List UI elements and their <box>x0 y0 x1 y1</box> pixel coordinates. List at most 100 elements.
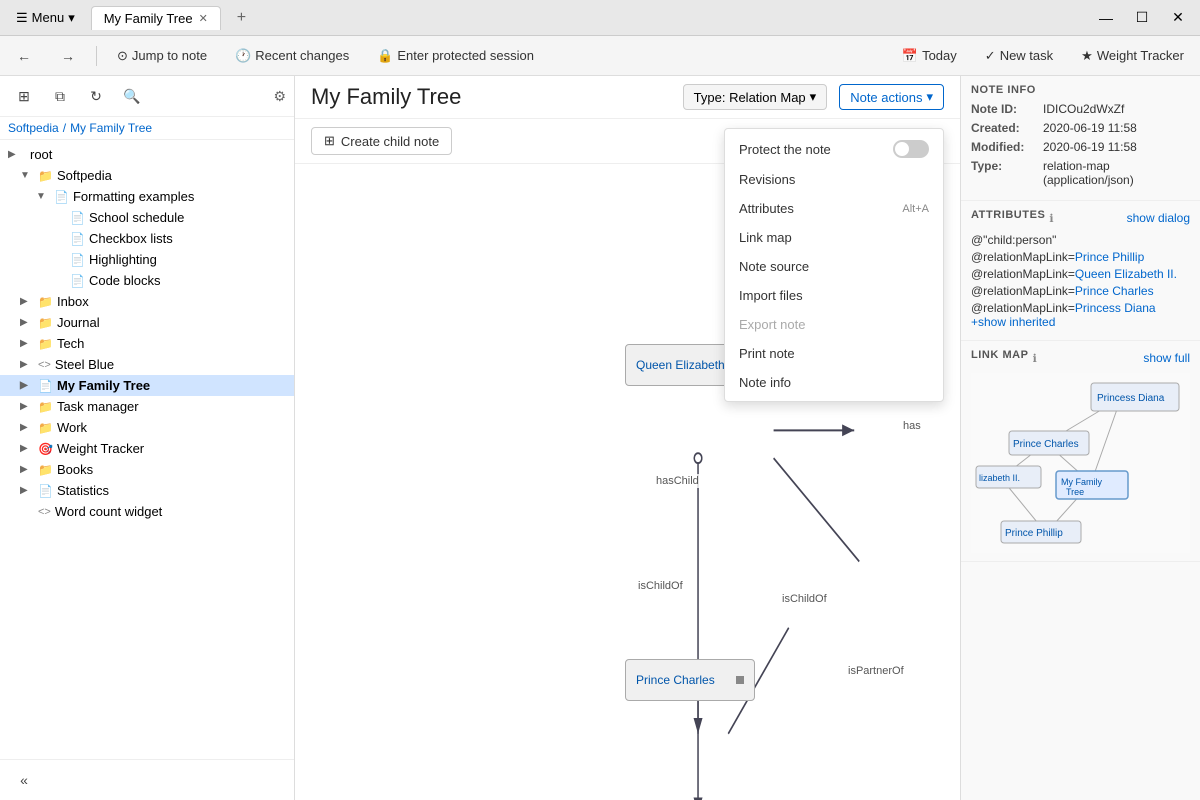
add-tab-button[interactable]: + <box>229 5 254 31</box>
sidebar-item-label: Inbox <box>57 294 89 309</box>
prince-charles-link[interactable]: Prince Charles <box>1075 284 1154 298</box>
sidebar-item-tech[interactable]: ▶ 📁 Tech <box>0 333 294 354</box>
link-map-info-icon[interactable]: ℹ <box>1033 352 1037 365</box>
sidebar-item-steelblue[interactable]: ▶ <> Steel Blue <box>0 354 294 375</box>
create-child-note-button[interactable]: ⊞ Create child note <box>311 127 452 155</box>
menu-item-protect[interactable]: Protect the note <box>725 133 943 165</box>
queen-elizabeth-link[interactable]: Queen Elizabeth II. <box>1075 267 1177 281</box>
recent-label: Recent changes <box>255 48 349 63</box>
charles-node-icon <box>736 676 744 684</box>
attr-child-person: @"child:person" <box>971 233 1190 247</box>
menu-item-importfiles[interactable]: Import files <box>725 281 943 310</box>
menu-item-attributes[interactable]: Attributes Alt+A <box>725 194 943 223</box>
note-id-label: Note ID: <box>971 102 1043 116</box>
menu-item-notesource[interactable]: Note source <box>725 252 943 281</box>
show-dialog-link[interactable]: show dialog <box>1127 211 1190 225</box>
type-select-button[interactable]: Type: Relation Map ▾ <box>683 84 828 110</box>
attributes-info-icon[interactable]: ℹ <box>1049 212 1053 225</box>
menu-item-printnote[interactable]: Print note <box>725 339 943 368</box>
layers-button[interactable]: ⧉ <box>44 82 76 110</box>
prince-charles-node[interactable]: Prince Charles <box>625 659 755 701</box>
tab-close-button[interactable]: ✕ <box>199 12 208 25</box>
exportnote-label: Export note <box>739 317 806 332</box>
attr-link-queen: @relationMapLink=Queen Elizabeth II. <box>971 267 1190 281</box>
active-tab[interactable]: My Family Tree ✕ <box>91 6 221 30</box>
sidebar-item-label: Checkbox lists <box>89 231 173 246</box>
sidebar-item-softpedia[interactable]: ▼ 📁 Softpedia <box>0 165 294 186</box>
protect-switch[interactable] <box>893 140 929 158</box>
sidebar-item-weighttracker[interactable]: ▶ 🎯 Weight Tracker <box>0 438 294 459</box>
expand-icon: ▶ <box>20 443 34 454</box>
expand-icon: ▶ <box>20 485 34 496</box>
sidebar-item-taskmanager[interactable]: ▶ 📁 Task manager <box>0 396 294 417</box>
weight-tracker-button[interactable]: ★ Weight Tracker <box>1073 44 1192 68</box>
sidebar-item-highlighting[interactable]: 📄 Highlighting <box>0 249 294 270</box>
princess-diana-link[interactable]: Princess Diana <box>1075 301 1156 315</box>
noteinfo-label: Note info <box>739 375 791 390</box>
sidebar-item-journal[interactable]: ▶ 📁 Journal <box>0 312 294 333</box>
note-actions-dropdown: Protect the note Revisions Attributes Al… <box>724 128 944 402</box>
recent-changes-button[interactable]: 🕐 Recent changes <box>227 44 357 68</box>
main-toolbar: ← → ⊙ Jump to note 🕐 Recent changes 🔒 En… <box>0 36 1200 76</box>
link-map-title-row: LINK MAP ℹ show full <box>971 349 1190 367</box>
new-task-button[interactable]: ✓ New task <box>977 44 1061 68</box>
note-icon: 📄 <box>70 232 85 246</box>
maximize-button[interactable]: ☐ <box>1128 6 1156 30</box>
sidebar-item-checkbox[interactable]: 📄 Checkbox lists <box>0 228 294 249</box>
note-icon: 📄 <box>54 190 69 204</box>
minimize-button[interactable]: — <box>1092 6 1120 30</box>
printnote-label: Print note <box>739 346 795 361</box>
sidebar-item-wordcount[interactable]: <> Word count widget <box>0 501 294 522</box>
sidebar-item-codeblocks[interactable]: 📄 Code blocks <box>0 270 294 291</box>
create-child-icon: ⊞ <box>324 133 335 149</box>
sidebar-item-myfamily[interactable]: ▶ 📄 My Family Tree <box>0 375 294 396</box>
expand-icon: ▼ <box>36 191 50 202</box>
prince-phillip-link[interactable]: Prince Phillip <box>1075 250 1144 264</box>
note-actions-button[interactable]: Note actions ▾ <box>839 84 944 110</box>
sidebar-item-school[interactable]: 📄 School schedule <box>0 207 294 228</box>
expand-icon: ▶ <box>20 359 34 370</box>
sidebar-item-formatting[interactable]: ▼ 📄 Formatting examples <box>0 186 294 207</box>
sidebar-item-label: Steel Blue <box>55 357 114 372</box>
label-ischildof-2: isChildOf <box>779 592 830 606</box>
search-button[interactable]: 🔍 <box>116 82 148 110</box>
sidebar-item-books[interactable]: ▶ 📁 Books <box>0 459 294 480</box>
menu-item-revisions[interactable]: Revisions <box>725 165 943 194</box>
expand-all-button[interactable]: ⊞ <box>8 82 40 110</box>
jump-to-note-button[interactable]: ⊙ Jump to note <box>109 44 215 68</box>
menu-item-noteinfo[interactable]: Note info <box>725 368 943 397</box>
today-button[interactable]: 📅 Today <box>894 44 965 68</box>
folder-icon: 📁 <box>38 295 53 309</box>
sidebar-item-work[interactable]: ▶ 📁 Work <box>0 417 294 438</box>
link-map-title: LINK MAP <box>971 349 1029 361</box>
forward-button[interactable]: → <box>52 42 84 70</box>
menu-item-exportnote: Export note <box>725 310 943 339</box>
protected-session-button[interactable]: 🔒 Enter protected session <box>369 44 542 68</box>
show-full-link[interactable]: show full <box>1143 351 1190 365</box>
sidebar-item-label: Tech <box>57 336 84 351</box>
expand-icon: ▶ <box>20 317 34 328</box>
breadcrumb-current-link[interactable]: My Family Tree <box>70 121 152 135</box>
menu-button[interactable]: ☰ Menu ▾ <box>8 6 83 30</box>
close-button[interactable]: ✕ <box>1164 6 1192 30</box>
breadcrumb-root-link[interactable]: Softpedia <box>8 121 59 135</box>
attributes-title-row: ATTRIBUTES ℹ show dialog <box>971 209 1190 227</box>
protect-toggle[interactable] <box>893 140 929 158</box>
sidebar-settings-button[interactable]: ⚙ <box>273 88 286 105</box>
sidebar-item-statistics[interactable]: ▶ 📄 Statistics <box>0 480 294 501</box>
expand-icon: ▶ <box>20 296 34 307</box>
sidebar-item-label: Word count widget <box>55 504 162 519</box>
svg-text:Tree: Tree <box>1066 487 1084 497</box>
sidebar-item-root[interactable]: ▶ root <box>0 144 294 165</box>
content-area: My Family Tree Type: Relation Map ▾ Note… <box>295 76 960 800</box>
refresh-button[interactable]: ↻ <box>80 82 112 110</box>
back-icon: ← <box>17 48 31 64</box>
sidebar-item-inbox[interactable]: ▶ 📁 Inbox <box>0 291 294 312</box>
back-button[interactable]: ← <box>8 42 40 70</box>
modified-row: Modified: 2020-06-19 11:58 <box>971 140 1190 154</box>
collapse-sidebar-button[interactable]: « <box>8 766 40 794</box>
show-inherited-link[interactable]: +show inherited <box>971 315 1055 329</box>
link-map-section: LINK MAP ℹ show full Princess Diana <box>961 341 1200 562</box>
created-value: 2020-06-19 11:58 <box>1043 121 1137 135</box>
menu-item-linkmap[interactable]: Link map <box>725 223 943 252</box>
